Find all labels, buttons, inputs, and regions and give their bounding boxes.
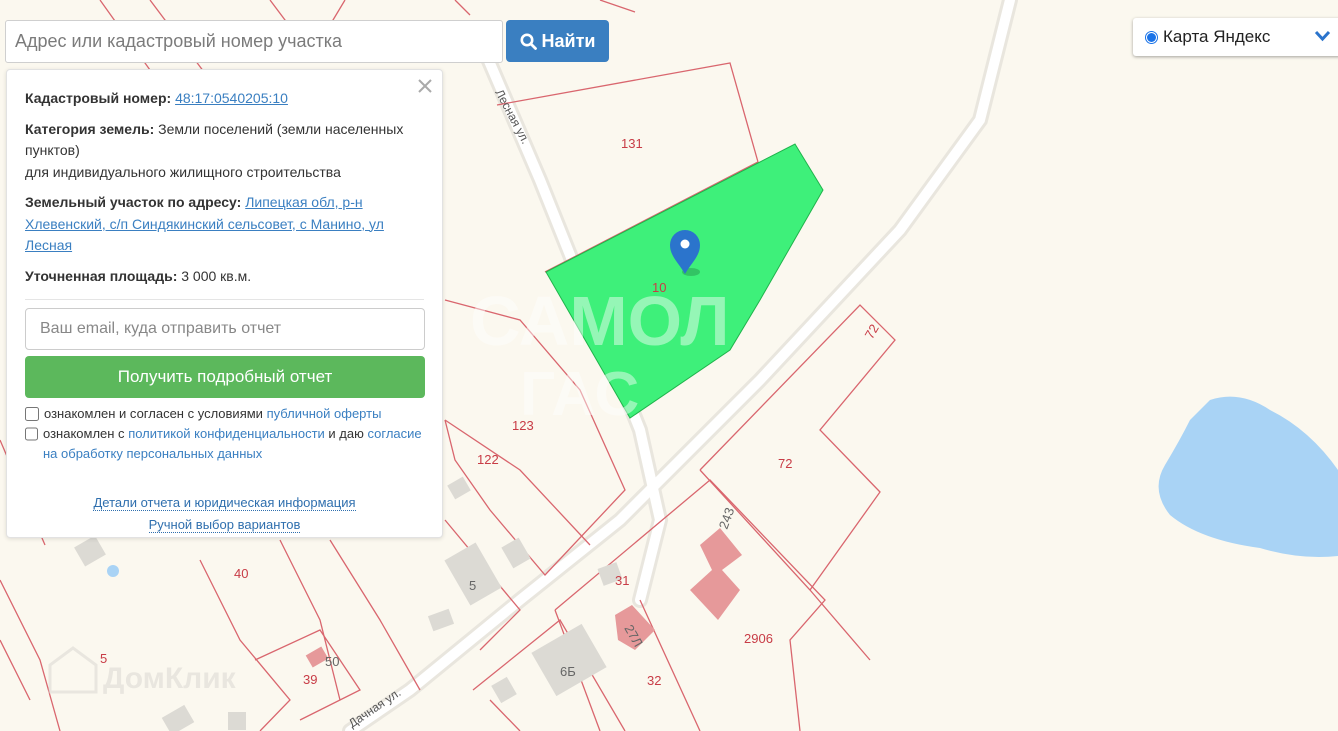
report-details-link[interactable]: Детали отчета и юридическая информация — [93, 495, 356, 511]
parcel-number-label: 40 — [234, 566, 248, 581]
area-row: Уточненная площадь: 3 000 кв.м. — [25, 266, 424, 288]
consent-privacy-row: ознакомлен с политикой конфиденциальност… — [25, 424, 424, 464]
domclick-watermark-text: ДомКлик — [103, 662, 237, 695]
address-label: Земельный участок по адресу: — [25, 194, 242, 210]
cadastral-number-label: Кадастровый номер: — [25, 90, 172, 106]
parcel-info-panel: Кадастровый номер: 48:17:0540205:10 Кате… — [6, 69, 443, 538]
land-use-value: для индивидуального жилищного строительс… — [25, 163, 341, 180]
parcel-number-label: 5 — [100, 651, 107, 666]
parcel-number-label: 32 — [647, 673, 661, 688]
search-icon — [520, 33, 537, 50]
building-number-label: 50 — [325, 654, 339, 669]
svg-text:САМОЛ: САМОЛ — [470, 282, 730, 360]
parcel-number-label: 122 — [477, 452, 499, 467]
divider — [25, 299, 424, 300]
manual-selection-link[interactable]: Ручной выбор вариантов — [148, 517, 301, 533]
privacy-policy-link[interactable]: политикой конфиденциальности — [128, 426, 325, 441]
land-category-row: Категория земель: Земли поселений (земли… — [25, 119, 424, 184]
parcel-number-label: 10 — [652, 280, 666, 295]
land-category-label: Категория земель: — [25, 120, 155, 137]
parcel-number-label: 39 — [303, 672, 317, 687]
consent-offer-text: ознакомлен и согласен с условиями — [44, 406, 263, 421]
search-button[interactable]: Найти — [506, 20, 609, 62]
chevron-down-icon[interactable] — [1314, 29, 1331, 43]
map-type-select[interactable]: Карта Яндекс — [1133, 18, 1338, 56]
cadastral-number-link[interactable]: 48:17:0540205:10 — [175, 90, 288, 106]
consent-privacy-text-mid: и даю — [328, 426, 364, 441]
public-offer-link[interactable]: публичной оферты — [267, 406, 382, 421]
parcel-number-label: 2906 — [744, 631, 773, 646]
area-label: Уточненная площадь: — [25, 267, 178, 284]
parcel-number-label: 31 — [615, 573, 629, 588]
get-report-button[interactable]: Получить подробный отчет — [25, 356, 425, 398]
map-type-label: Карта Яндекс — [1163, 27, 1271, 46]
parcel-number-label: 72 — [778, 456, 792, 471]
consent-privacy-text: ознакомлен с — [43, 426, 125, 441]
parcel-number-label: 131 — [621, 136, 643, 151]
svg-text:ГАС: ГАС — [520, 360, 639, 429]
building-number-label: 5 — [469, 578, 476, 593]
search-input[interactable] — [5, 20, 503, 63]
parcel-number-label: 123 — [512, 418, 534, 433]
radio-selected-icon — [1145, 30, 1158, 44]
cadastral-number-row: Кадастровый номер: 48:17:0540205:10 — [25, 88, 424, 110]
consent-offer-checkbox[interactable] — [25, 407, 39, 421]
panel-footer-links: Детали отчета и юридическая информация Р… — [25, 492, 424, 536]
close-icon[interactable] — [417, 78, 433, 94]
building-number-label: 6Б — [560, 664, 576, 679]
email-field[interactable] — [25, 308, 425, 350]
consent-privacy-checkbox[interactable] — [25, 427, 38, 441]
search-button-label: Найти — [541, 30, 596, 51]
consent-offer-row: ознакомлен и согласен с условиями публич… — [25, 404, 424, 424]
area-value: 3 000 кв.м. — [181, 267, 252, 284]
address-row: Земельный участок по адресу: Липецкая об… — [25, 192, 424, 257]
